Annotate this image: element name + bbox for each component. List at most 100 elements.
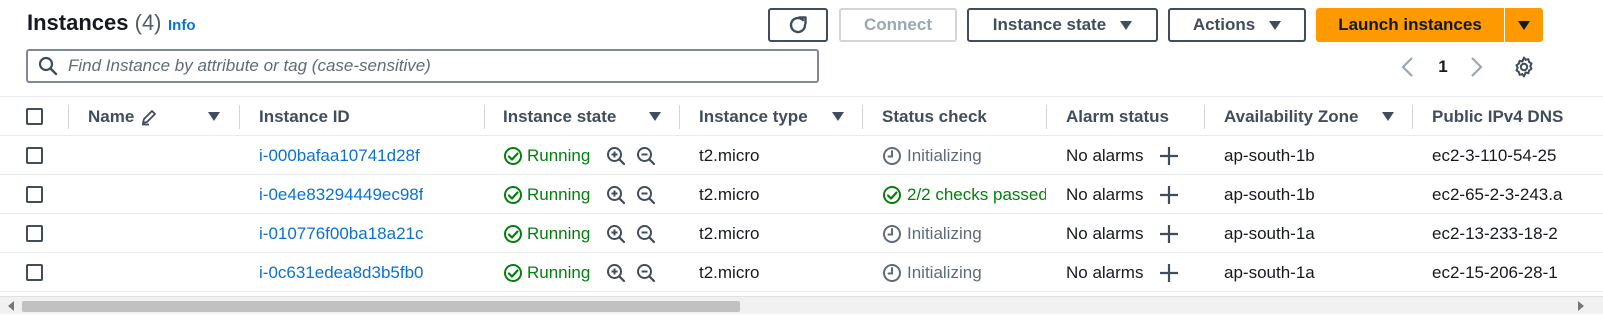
zoom-out-icon[interactable] <box>636 214 656 253</box>
column-header-status-check[interactable]: Status check <box>882 97 987 137</box>
zoom-out-icon[interactable] <box>636 136 656 175</box>
search-box <box>26 49 819 83</box>
preferences-button[interactable] <box>1512 54 1540 80</box>
instance-state: Running <box>503 214 590 253</box>
alarm-status: No alarms <box>1066 184 1144 204</box>
zoom-in-icon[interactable] <box>606 214 626 253</box>
actions-label: Actions <box>1192 15 1256 34</box>
filter-caret-icon[interactable] <box>1382 112 1394 121</box>
alarm-status: No alarms <box>1066 223 1144 243</box>
zoom-in-icon[interactable] <box>606 253 626 292</box>
check-circle-icon <box>503 224 523 244</box>
instance-state-dropdown[interactable]: Instance state <box>967 8 1158 42</box>
alarm-status: No alarms <box>1066 262 1144 282</box>
launch-instances-button[interactable]: Launch instances <box>1316 8 1504 42</box>
page-number[interactable]: 1 <box>1435 54 1451 80</box>
zoom-in-icon[interactable] <box>606 175 626 214</box>
row-checkbox[interactable] <box>26 186 43 203</box>
zoom-out-icon[interactable] <box>636 175 656 214</box>
pencil-icon <box>140 108 158 126</box>
instance-state: Running <box>503 253 590 292</box>
column-header-alarm-status[interactable]: Alarm status <box>1066 97 1169 137</box>
public-ipv4-dns[interactable]: ec2-65-2-3-243.a <box>1432 175 1603 214</box>
launch-instances-menu-button[interactable] <box>1505 8 1543 42</box>
row-checkbox[interactable] <box>26 147 43 164</box>
check-circle-icon <box>882 185 902 205</box>
search-input[interactable] <box>68 56 808 76</box>
zoom-in-icon[interactable] <box>606 136 626 175</box>
column-header-label: Name <box>88 107 135 126</box>
page-title: Instances (4) <box>27 10 162 36</box>
instance-type: t2.micro <box>699 223 760 243</box>
row-checkbox[interactable] <box>26 264 43 281</box>
instance-state: Running <box>503 136 590 175</box>
availability-zone: ap-south-1a <box>1224 262 1315 282</box>
connect-button[interactable]: Connect <box>839 8 957 42</box>
refresh-icon <box>786 13 810 37</box>
filter-caret-icon[interactable] <box>832 112 844 121</box>
gear-icon <box>1512 55 1536 79</box>
column-header-availability-zone[interactable]: Availability Zone <box>1224 97 1358 137</box>
row-checkbox[interactable] <box>26 225 43 242</box>
check-circle-icon <box>503 146 523 166</box>
column-header-public-dns[interactable]: Public IPv4 DNS <box>1432 97 1603 137</box>
instance-id-link[interactable]: i-010776f00ba18a21c <box>259 214 423 253</box>
public-ipv4-dns[interactable]: ec2-13-233-18-2 <box>1432 214 1603 253</box>
column-divider <box>68 105 69 129</box>
status-check[interactable]: Initializing <box>882 214 1046 253</box>
column-divider <box>1204 105 1205 129</box>
status-check-text: Initializing <box>907 262 982 282</box>
scroll-left-icon[interactable] <box>8 301 14 311</box>
next-page-button[interactable] <box>1466 54 1490 80</box>
column-header-instance-id[interactable]: Instance ID <box>259 97 350 137</box>
refresh-button[interactable] <box>768 8 828 42</box>
filter-caret-icon[interactable] <box>208 112 220 121</box>
table-row[interactable]: i-000bafaa10741d28f Running t2.micro Initia… <box>0 136 1603 175</box>
page-header: Instances (4) Info Connect Instance stat… <box>0 0 1603 48</box>
plus-icon[interactable] <box>1158 175 1180 214</box>
column-divider <box>1412 105 1413 129</box>
plus-icon[interactable] <box>1158 214 1180 253</box>
instance-id-link[interactable]: i-0e4e83294449ec98f <box>259 175 423 214</box>
zoom-out-icon[interactable] <box>636 253 656 292</box>
search-icon <box>38 56 58 76</box>
instance-state-text: Running <box>527 262 591 282</box>
clock-icon <box>882 146 902 166</box>
instance-type: t2.micro <box>699 145 760 165</box>
table-row[interactable]: i-0c631edea8d3b5fb0 Running t2.micro Initia… <box>0 253 1603 292</box>
status-check[interactable]: 2/2 checks passed <box>882 175 1046 214</box>
plus-icon[interactable] <box>1158 136 1180 175</box>
alarm-status: No alarms <box>1066 145 1144 165</box>
status-check-text: Initializing <box>907 145 982 165</box>
status-check[interactable]: Initializing <box>882 136 1046 175</box>
instance-state-label: Instance state <box>992 15 1107 34</box>
instance-count: (4) <box>134 10 162 35</box>
scroll-right-icon[interactable] <box>1578 301 1584 311</box>
horizontal-scrollbar[interactable] <box>0 296 1603 314</box>
previous-page-button[interactable] <box>1398 54 1422 80</box>
column-divider <box>862 105 863 129</box>
plus-icon[interactable] <box>1158 253 1180 292</box>
availability-zone: ap-south-1a <box>1224 223 1315 243</box>
scrollbar-thumb[interactable] <box>22 301 740 312</box>
filter-caret-icon[interactable] <box>649 112 661 121</box>
clock-icon <box>882 224 902 244</box>
table-header: Name Instance ID Instance state Instance… <box>0 96 1603 136</box>
availability-zone: ap-south-1b <box>1224 145 1315 165</box>
select-all-checkbox[interactable] <box>26 108 43 125</box>
status-check[interactable]: Initializing <box>882 253 1046 292</box>
chevron-right-icon <box>1466 55 1486 79</box>
table-row[interactable]: i-0e4e83294449ec98f Running t2.micro 2/2 ch… <box>0 175 1603 214</box>
status-check-text: Initializing <box>907 223 982 243</box>
column-header-name[interactable]: Name <box>88 97 158 137</box>
public-ipv4-dns[interactable]: ec2-15-206-28-1 <box>1432 253 1603 292</box>
column-header-instance-state[interactable]: Instance state <box>503 97 616 137</box>
caret-down-icon <box>1120 20 1133 30</box>
public-ipv4-dns[interactable]: ec2-3-110-54-25 <box>1432 136 1603 175</box>
table-row[interactable]: i-010776f00ba18a21c Running t2.micro Initia… <box>0 214 1603 253</box>
instance-id-link[interactable]: i-0c631edea8d3b5fb0 <box>259 253 423 292</box>
info-link[interactable]: Info <box>168 17 196 34</box>
actions-dropdown[interactable]: Actions <box>1168 8 1306 42</box>
column-header-instance-type[interactable]: Instance type <box>699 97 808 137</box>
instance-id-link[interactable]: i-000bafaa10741d28f <box>259 136 420 175</box>
